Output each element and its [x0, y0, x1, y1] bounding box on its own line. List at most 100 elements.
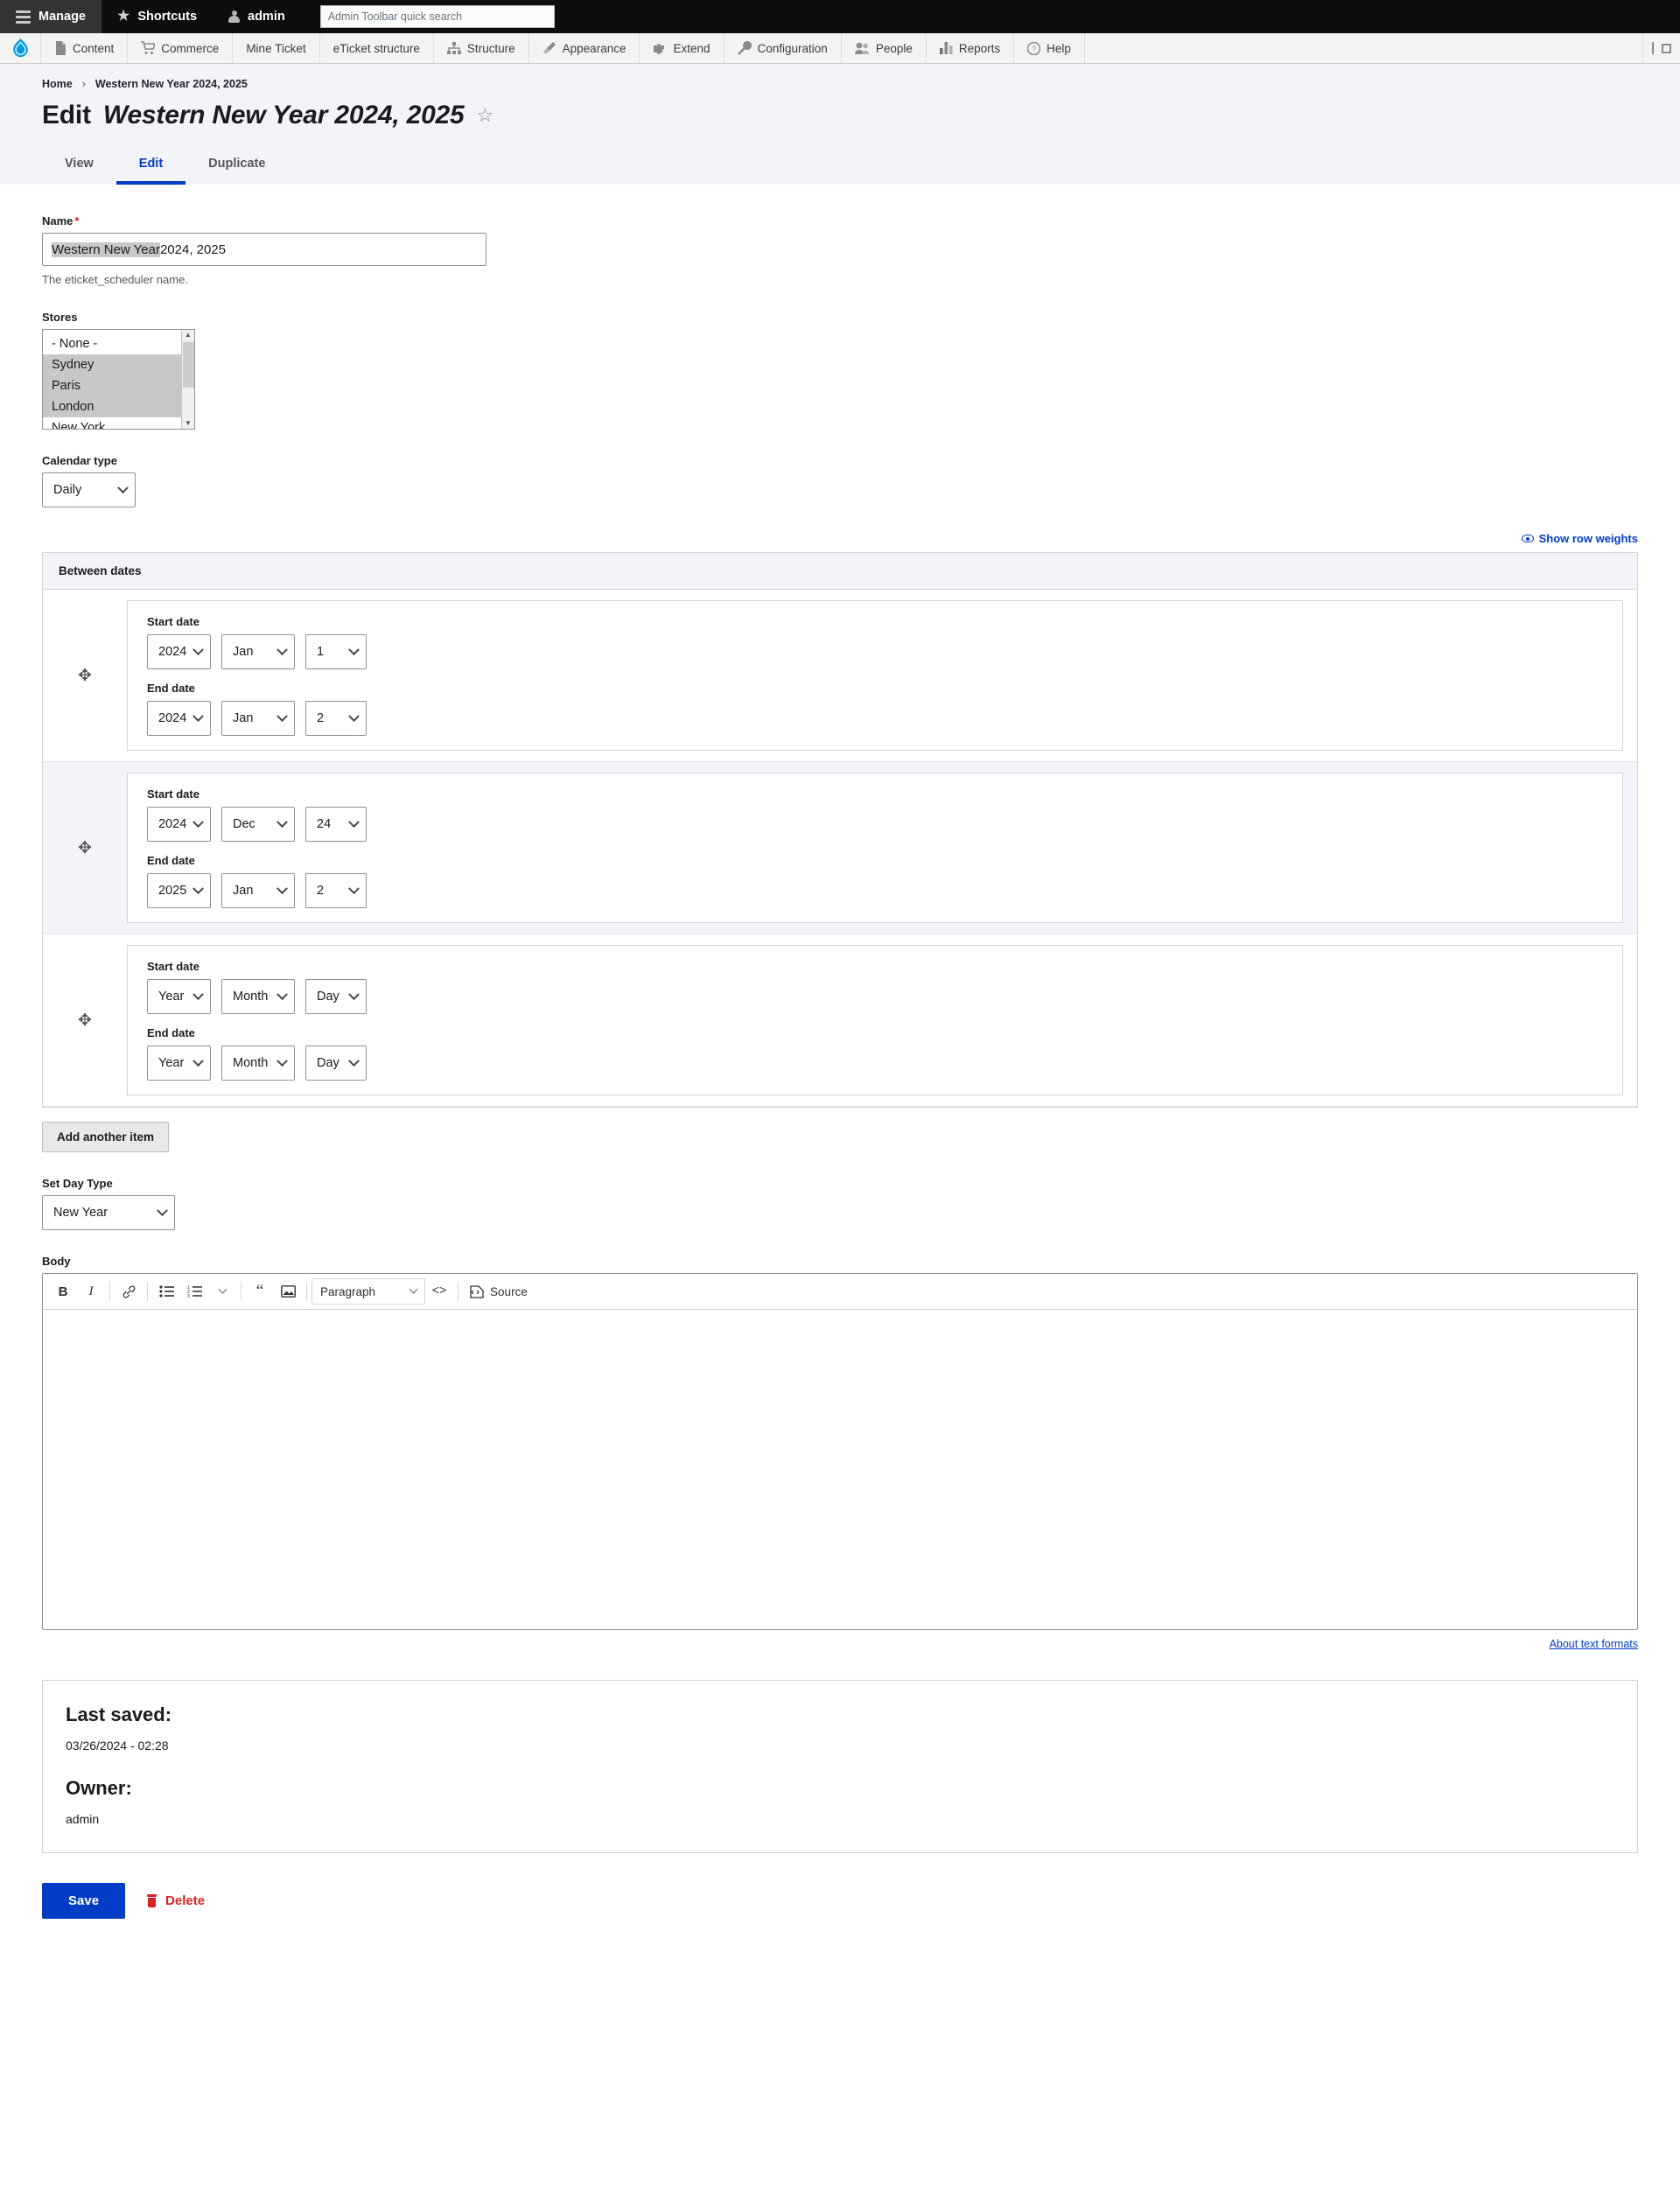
toolbar-menu-item-configuration[interactable]: Configuration	[724, 33, 842, 63]
toolbar-tab-shortcuts[interactable]: ★ Shortcuts	[102, 0, 213, 33]
field-stores: Stores - None - Sydney Paris London New …	[42, 311, 1638, 430]
bold-icon[interactable]: B	[49, 1278, 77, 1305]
end-month-value: Month	[233, 1056, 269, 1070]
admin-quick-search-input[interactable]	[319, 5, 555, 28]
end-year-select[interactable]: 2025	[147, 873, 211, 908]
start-month-select[interactable]: Month	[221, 979, 295, 1014]
toolbar-menu-item-help[interactable]: ? Help	[1014, 33, 1085, 63]
start-day-select[interactable]: Day	[305, 979, 367, 1014]
source-button[interactable]: Source	[463, 1278, 535, 1305]
start-year-select[interactable]: 2024	[147, 634, 211, 669]
end-month-select[interactable]: Jan	[221, 873, 295, 908]
stores-option[interactable]: - None -	[43, 333, 194, 354]
stores-scrollbar[interactable]: ▲ ▼	[181, 330, 194, 429]
end-year-value: Year	[158, 1056, 185, 1070]
scroll-up-arrow-icon[interactable]: ▲	[185, 330, 192, 340]
end-date-selects: 2024 Jan 2	[147, 701, 1603, 736]
code-icon[interactable]: <>	[425, 1278, 453, 1305]
scrollbar-thumb[interactable]	[183, 342, 194, 388]
end-year-select[interactable]: 2024	[147, 701, 211, 736]
end-day-select[interactable]: Day	[305, 1046, 367, 1081]
toolbar-separator	[306, 1282, 307, 1301]
save-button[interactable]: Save	[42, 1883, 126, 1919]
toolbar-menu-label: eTicket structure	[332, 41, 420, 55]
vertical-orientation-icon[interactable]	[1652, 42, 1654, 54]
calendar-type-select[interactable]: Daily	[42, 472, 136, 507]
body-editable-area[interactable]	[43, 1310, 1637, 1629]
toolbar-menu-item-appearance[interactable]: Appearance	[529, 33, 640, 63]
stores-option[interactable]: Sydney	[43, 354, 194, 376]
people-icon	[854, 42, 869, 54]
end-year-select[interactable]: Year	[147, 1046, 211, 1081]
drag-handle-icon[interactable]: ✥	[43, 1011, 127, 1031]
toolbar-tab-manage[interactable]: Manage	[0, 0, 102, 33]
start-year-select[interactable]: Year	[147, 979, 211, 1014]
stores-listbox[interactable]: - None - Sydney Paris London New York ▲ …	[42, 329, 195, 430]
delete-button[interactable]: Delete	[146, 1893, 205, 1908]
show-row-weights-toggle[interactable]: Show row weights	[42, 532, 1638, 545]
horizontal-orientation-icon[interactable]	[1662, 43, 1671, 53]
page-title-prefix: Edit	[42, 101, 91, 129]
end-day-select[interactable]: 2	[305, 701, 367, 736]
stores-option[interactable]: London	[43, 396, 194, 418]
numbered-list-icon[interactable]: 123	[180, 1278, 208, 1305]
user-icon	[228, 10, 241, 24]
toolbar-menu-item-commerce[interactable]: Commerce	[128, 33, 234, 63]
start-month-select[interactable]: Dec	[221, 807, 295, 842]
chevron-down-icon	[117, 481, 129, 493]
bulleted-list-icon[interactable]	[152, 1278, 180, 1305]
tab-edit[interactable]: Edit	[116, 150, 186, 185]
day-type-select[interactable]: New Year	[42, 1195, 175, 1230]
last-saved-label: Last saved:	[66, 1704, 172, 1725]
end-month-select[interactable]: Month	[221, 1046, 295, 1081]
about-text-formats-link[interactable]: About text formats	[1550, 1638, 1638, 1650]
chevron-down-icon	[348, 710, 360, 722]
day-type-value: New Year	[53, 1206, 108, 1220]
link-icon[interactable]	[115, 1278, 143, 1305]
toolbar-menu-item-reports[interactable]: Reports	[927, 33, 1015, 63]
stores-option[interactable]: Paris	[43, 375, 194, 397]
chevron-down-icon	[276, 815, 288, 828]
toolbar-menu-item-content[interactable]: Content	[41, 33, 129, 63]
image-icon[interactable]	[274, 1278, 302, 1305]
drupal-logo[interactable]	[0, 33, 41, 63]
source-icon	[470, 1284, 484, 1298]
start-year-select[interactable]: 2024	[147, 807, 211, 842]
chevron-down-icon	[192, 988, 204, 1000]
scroll-down-arrow-icon[interactable]: ▼	[185, 418, 192, 429]
list-options-chevron-down-icon[interactable]	[208, 1278, 236, 1305]
end-date-selects: Year Month Day	[147, 1046, 1603, 1081]
toolbar-menu-item-people[interactable]: People	[842, 33, 927, 63]
end-day-value: Day	[317, 1056, 340, 1070]
toolbar-menu-label: Reports	[958, 41, 1001, 55]
start-month-select[interactable]: Jan	[221, 634, 295, 669]
drag-handle-icon[interactable]: ✥	[43, 838, 127, 858]
start-day-select[interactable]: 1	[305, 634, 367, 669]
favorite-star-icon[interactable]: ☆	[477, 106, 494, 125]
name-input[interactable]: Western New Year 2024, 2025	[42, 233, 486, 266]
end-day-select[interactable]: 2	[305, 873, 367, 908]
tab-view[interactable]: View	[42, 150, 116, 185]
drag-handle-icon[interactable]: ✥	[43, 666, 127, 686]
add-another-item-button[interactable]: Add another item	[42, 1122, 170, 1152]
tab-duplicate[interactable]: Duplicate	[186, 150, 288, 185]
toolbar-orientation-controls[interactable]	[1642, 33, 1680, 63]
start-day-select[interactable]: 24	[305, 807, 367, 842]
toolbar-separator	[109, 1282, 110, 1301]
toolbar-menu-item-structure[interactable]: Structure	[434, 33, 529, 63]
toolbar-menu-item-eticket-structure[interactable]: eTicket structure	[320, 33, 434, 63]
toolbar-menu-item-extend[interactable]: Extend	[640, 33, 724, 63]
chevron-down-icon	[192, 1054, 204, 1067]
stores-option[interactable]: New York	[43, 417, 194, 429]
toolbar-tab-manage-label: Manage	[38, 10, 86, 24]
paragraph-format-dropdown[interactable]: Paragraph	[312, 1278, 426, 1305]
blockquote-icon[interactable]: “	[246, 1278, 274, 1305]
toolbar-tab-account[interactable]: admin	[213, 0, 301, 33]
start-day-value: 24	[317, 817, 332, 831]
end-month-select[interactable]: Jan	[221, 701, 295, 736]
toolbar-menu-item-mine-ticket[interactable]: Mine Ticket	[233, 33, 320, 63]
chevron-down-icon	[276, 710, 288, 722]
breadcrumb-separator: ›	[81, 78, 86, 90]
italic-icon[interactable]: I	[77, 1278, 105, 1305]
breadcrumb-home[interactable]: Home	[42, 78, 73, 90]
